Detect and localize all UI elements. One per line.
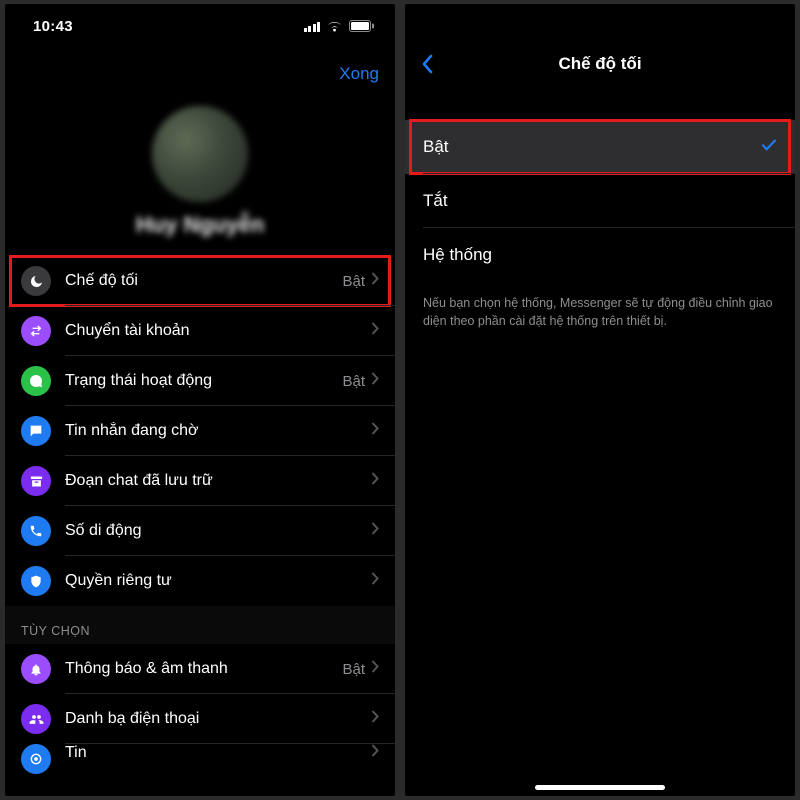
row-label: Đoạn chat đã lưu trữ [65,472,371,490]
row-switch-account[interactable]: Chuyển tài khoản [5,306,395,356]
status-time: 10:43 [33,18,73,35]
chevron-right-icon [371,710,379,728]
chevron-right-icon [371,322,379,340]
row-value: Bật [342,661,365,678]
profile-header: Huy Nguyễn [5,100,395,256]
chevron-right-icon [371,660,379,678]
status-bar: 10:43 [5,4,395,48]
chevron-right-icon [371,744,379,762]
row-mobile-number[interactable]: Số di động [5,506,395,556]
home-indicator [535,785,665,790]
row-message-requests[interactable]: Tin nhắn đang chờ [5,406,395,456]
row-label: Tin nhắn đang chờ [65,422,371,440]
chevron-right-icon [371,372,379,390]
back-button[interactable] [421,54,433,74]
profile-name: Huy Nguyễn [136,212,264,238]
settings-list: Chế độ tối Bật Chuyển tài khoản [5,256,395,774]
option-label: Bật [423,137,449,157]
status-indicators [304,20,376,32]
nav-title: Chế độ tối [405,54,795,74]
row-value: Bật [342,373,365,390]
option-label: Tắt [423,191,448,211]
row-label: Trạng thái hoạt động [65,372,342,390]
footnote: Nếu bạn chọn hệ thống, Messenger sẽ tự đ… [405,282,795,342]
chevron-right-icon [371,572,379,590]
chevron-left-icon [421,54,433,74]
archive-icon [21,466,51,496]
cellular-icon [304,20,321,32]
row-notifications[interactable]: Thông báo & âm thanh Bật [5,644,395,694]
done-button[interactable]: Xong [339,64,379,84]
row-archived[interactable]: Đoạn chat đã lưu trữ [5,456,395,506]
phone-dark-mode-detail: Chế độ tối Bật Tắt Hệ thống Nếu bạn chọn… [405,4,795,796]
option-off[interactable]: Tắt [405,174,795,228]
contacts-icon [21,704,51,734]
row-label: Thông báo & âm thanh [65,660,342,678]
row-privacy[interactable]: Quyền riêng tư [5,556,395,606]
nav-bar: Chế độ tối [405,38,795,90]
wifi-icon [326,20,343,32]
option-on[interactable]: Bật [405,120,795,174]
chevron-right-icon [371,272,379,290]
section-header-options: TÙY CHỌN [5,606,395,644]
row-label: Chuyển tài khoản [65,322,371,340]
row-value: Bật [342,273,365,290]
moon-icon [21,266,51,296]
option-system[interactable]: Hệ thống [405,228,795,282]
switch-account-icon [21,316,51,346]
phone-icon [21,516,51,546]
chevron-right-icon [371,422,379,440]
row-label: Số di động [65,522,371,540]
row-label: Tin [65,744,371,762]
row-label: Chế độ tối [65,272,342,290]
chevron-right-icon [371,522,379,540]
active-status-icon [21,366,51,396]
option-label: Hệ thống [423,245,492,265]
row-label: Quyền riêng tư [65,572,371,590]
bell-icon [21,654,51,684]
checkmark-icon [761,137,777,157]
message-requests-icon [21,416,51,446]
shield-icon [21,566,51,596]
battery-icon [349,20,375,32]
story-icon [21,744,51,774]
row-label: Danh bạ điện thoại [65,710,371,728]
chevron-right-icon [371,472,379,490]
avatar[interactable] [152,106,248,202]
phone-settings-main: 10:43 Xong Huy Nguyễn [5,4,395,796]
row-story[interactable]: Tin [5,744,395,774]
row-dark-mode[interactable]: Chế độ tối Bật [5,256,395,306]
row-phone-contacts[interactable]: Danh bạ điện thoại [5,694,395,744]
nav-bar: Xong [5,48,395,100]
row-active-status[interactable]: Trạng thái hoạt động Bật [5,356,395,406]
